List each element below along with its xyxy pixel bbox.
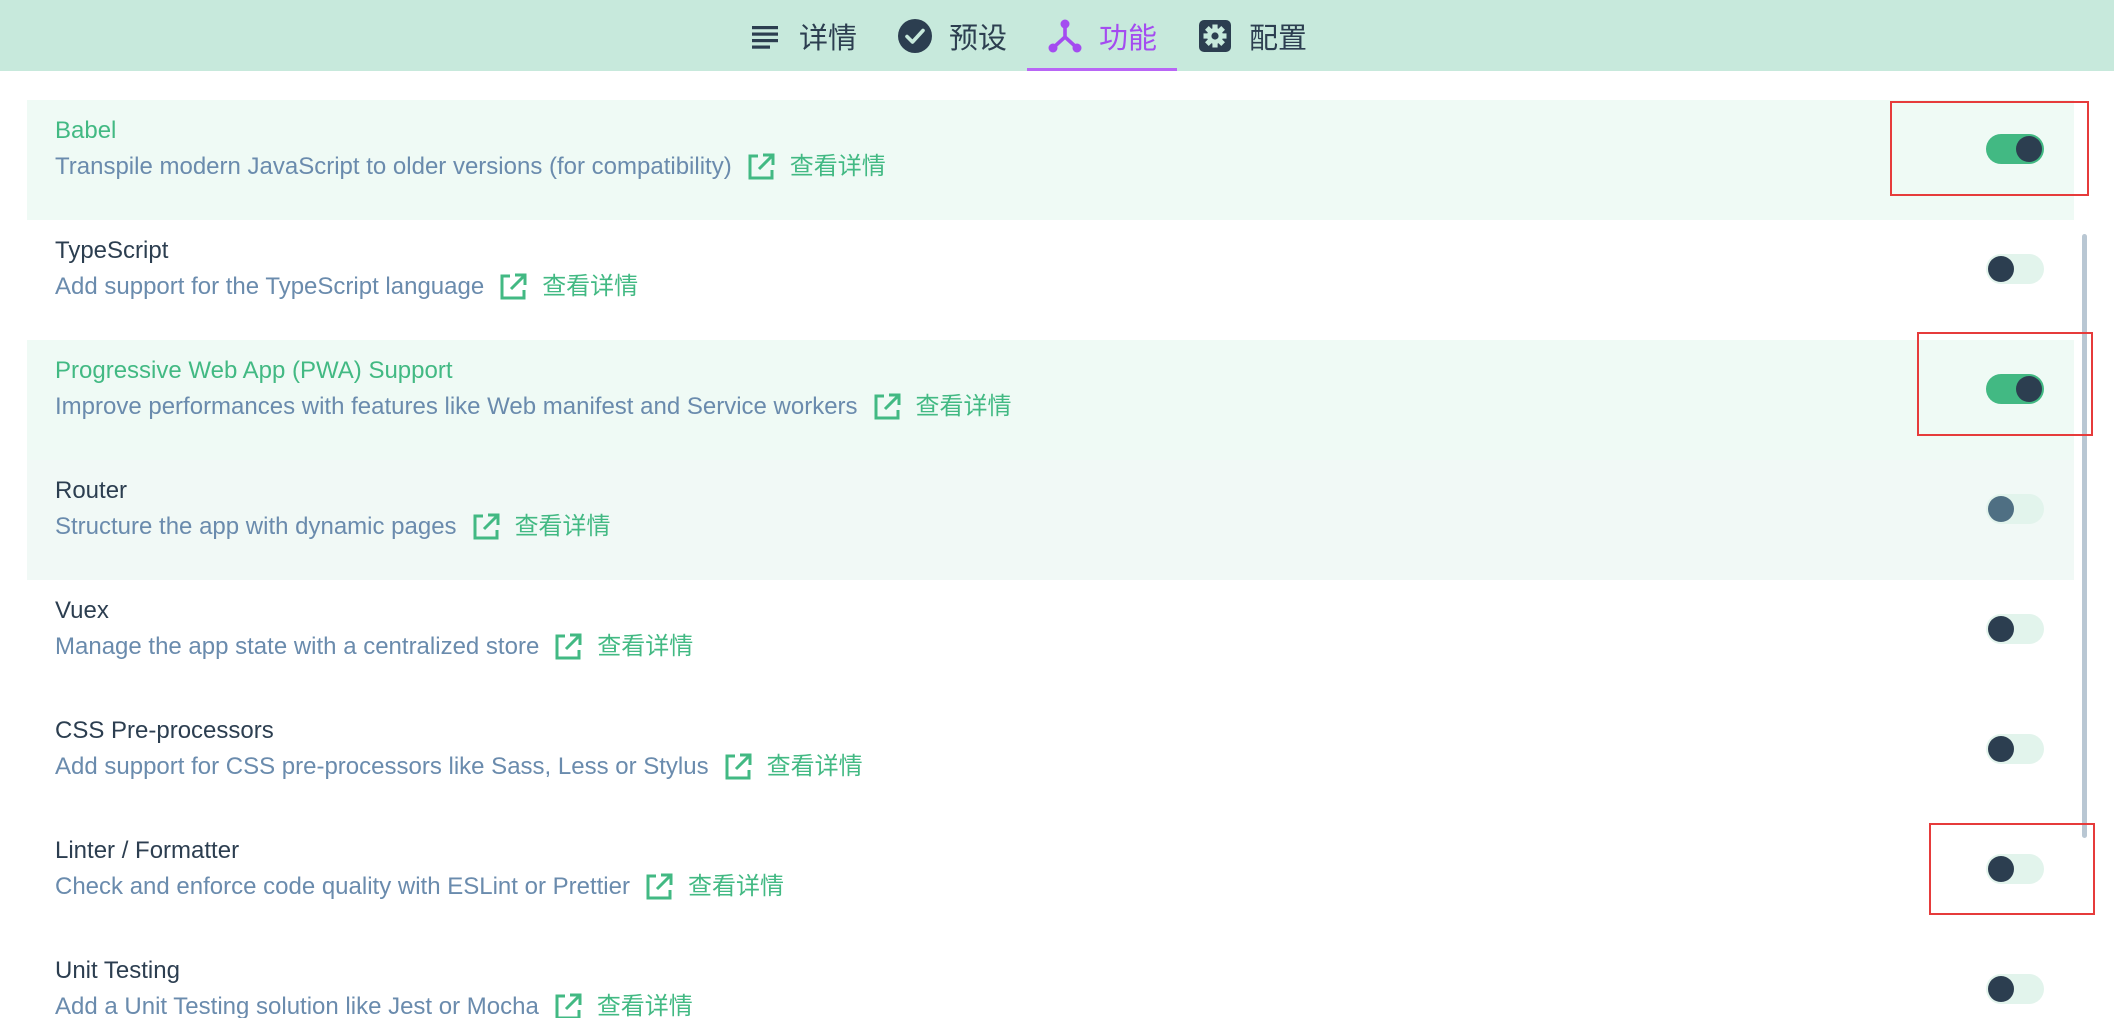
toggle-knob [1988, 976, 2014, 1002]
more-info-link[interactable]: 查看详情 [498, 270, 638, 304]
feature-description-row: Check and enforce code quality with ESLi… [55, 870, 2074, 904]
feature-list: Babel Transpile modern JavaScript to old… [27, 100, 2074, 1018]
external-link-icon [500, 273, 527, 300]
toggle-knob [1988, 856, 2014, 882]
toggle-knob [2016, 136, 2042, 162]
tab-bar: 详情 预设 功能 配置 [727, 0, 1327, 71]
feature-description-row: Add support for CSS pre-processors like … [55, 750, 2074, 784]
vertical-scrollbar[interactable] [2082, 234, 2087, 838]
feature-toggle-css-preprocessors[interactable] [1986, 734, 2044, 764]
feature-toggle-typescript[interactable] [1986, 254, 2044, 284]
feature-name: Router [55, 477, 128, 504]
feature-description-row: Transpile modern JavaScript to older ver… [55, 150, 2074, 184]
feature-item-router[interactable]: Router Structure the app with dynamic pa… [27, 460, 2074, 580]
feature-item-typescript[interactable]: TypeScript Add support for the TypeScrip… [27, 220, 2074, 340]
tab-presets[interactable]: 预设 [877, 0, 1027, 71]
feature-toggle-babel[interactable] [1986, 134, 2044, 164]
feature-toggle-linter[interactable] [1986, 854, 2044, 884]
more-info-label: 查看详情 [514, 513, 611, 540]
feature-item-pwa[interactable]: Progressive Web App (PWA) Support Improv… [27, 340, 2074, 460]
feature-description: Manage the app state with a centralized … [55, 633, 540, 660]
more-info-link[interactable]: 查看详情 [644, 870, 784, 904]
feature-description: Add support for the TypeScript language [55, 273, 485, 300]
more-info-link[interactable]: 查看详情 [723, 750, 863, 784]
feature-toggle-vuex[interactable] [1986, 614, 2044, 644]
feature-description-row: Add a Unit Testing solution like Jest or… [55, 990, 2074, 1018]
top-navigation-bar: 详情 预设 功能 配置 [0, 0, 2114, 71]
feature-toggle-pwa[interactable] [1986, 374, 2044, 404]
check-circle-icon [897, 18, 933, 54]
toggle-knob [2016, 376, 2042, 402]
external-link-icon [646, 873, 673, 900]
feature-item-linter[interactable]: Linter / Formatter Check and enforce cod… [27, 820, 2074, 940]
more-info-link[interactable]: 查看详情 [553, 990, 693, 1018]
feature-name: Vuex [55, 597, 109, 624]
more-info-label: 查看详情 [789, 153, 886, 180]
more-info-link[interactable]: 查看详情 [471, 510, 611, 544]
feature-description: Check and enforce code quality with ESLi… [55, 873, 630, 900]
tab-features-label: 功能 [1099, 22, 1158, 55]
fork-icon [1047, 18, 1083, 54]
tab-details-label: 详情 [799, 22, 858, 55]
tab-configuration-label: 配置 [1249, 22, 1308, 55]
feature-item-css-preprocessors[interactable]: CSS Pre-processors Add support for CSS p… [27, 700, 2074, 820]
more-info-label: 查看详情 [687, 873, 784, 900]
tab-configuration[interactable]: 配置 [1177, 0, 1327, 71]
list-icon [747, 18, 783, 54]
feature-toggle-unit-testing[interactable] [1986, 974, 2044, 1004]
feature-name: TypeScript [55, 237, 169, 264]
external-link-icon [874, 393, 901, 420]
feature-description-row: Add support for the TypeScript language … [55, 270, 2074, 304]
feature-name: Linter / Formatter [55, 837, 240, 864]
toggle-knob [1988, 256, 2014, 282]
feature-name: Unit Testing [55, 957, 180, 984]
more-info-label: 查看详情 [915, 393, 1012, 420]
more-info-label: 查看详情 [596, 993, 693, 1018]
more-info-label: 查看详情 [597, 633, 694, 660]
more-info-link[interactable]: 查看详情 [553, 630, 693, 664]
feature-description-row: Structure the app with dynamic pages 查看详… [55, 510, 2074, 544]
feature-description: Improve performances with features like … [55, 393, 858, 420]
feature-name: Babel [55, 117, 117, 144]
feature-name: CSS Pre-processors [55, 717, 274, 744]
tab-details[interactable]: 详情 [727, 0, 877, 71]
toggle-knob [1988, 616, 2014, 642]
feature-item-vuex[interactable]: Vuex Manage the app state with a central… [27, 580, 2074, 700]
feature-description: Add support for CSS pre-processors like … [55, 753, 709, 780]
more-info-label: 查看详情 [766, 753, 863, 780]
toggle-knob [1988, 496, 2014, 522]
more-info-link[interactable]: 查看详情 [872, 390, 1012, 424]
feature-description-row: Improve performances with features like … [55, 390, 2074, 424]
external-link-icon [555, 993, 582, 1018]
toggle-knob [1988, 736, 2014, 762]
feature-toggle-router[interactable] [1986, 494, 2044, 524]
tab-presets-label: 预设 [949, 22, 1008, 55]
feature-description: Structure the app with dynamic pages [55, 513, 457, 540]
gear-icon [1197, 18, 1233, 54]
feature-item-unit-testing[interactable]: Unit Testing Add a Unit Testing solution… [27, 940, 2074, 1018]
feature-name: Progressive Web App (PWA) Support [55, 357, 453, 384]
external-link-icon [555, 633, 582, 660]
tab-features[interactable]: 功能 [1027, 0, 1178, 71]
feature-description: Add a Unit Testing solution like Jest or… [55, 993, 539, 1018]
more-info-label: 查看详情 [542, 273, 639, 300]
external-link-icon [725, 753, 752, 780]
more-info-link[interactable]: 查看详情 [746, 150, 886, 184]
feature-description-row: Manage the app state with a centralized … [55, 630, 2074, 664]
feature-description: Transpile modern JavaScript to older ver… [55, 153, 732, 180]
external-link-icon [473, 513, 500, 540]
external-link-icon [748, 153, 775, 180]
feature-item-babel[interactable]: Babel Transpile modern JavaScript to old… [27, 100, 2074, 220]
